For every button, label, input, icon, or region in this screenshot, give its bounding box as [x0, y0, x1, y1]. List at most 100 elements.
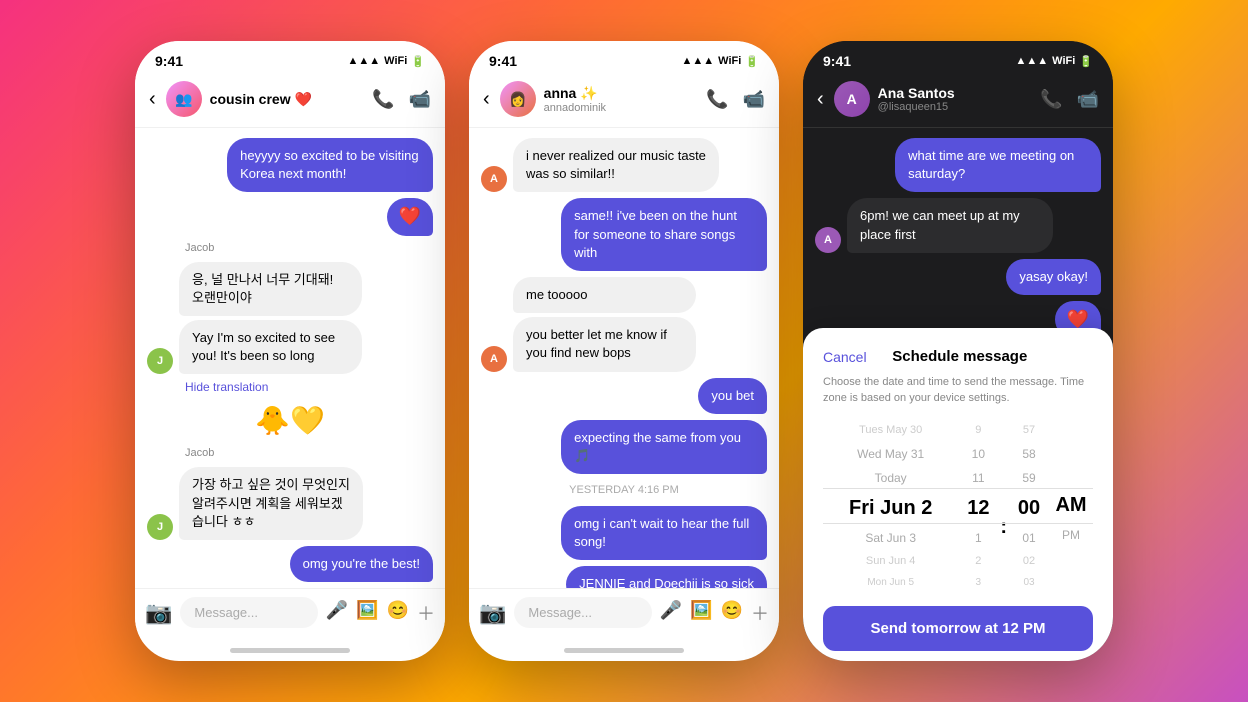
time-2: 9:41: [489, 53, 517, 69]
video-icon-1[interactable]: 📹: [409, 89, 431, 110]
picker-date-row-selected: Fri Jun 2: [823, 491, 958, 525]
picker-date-col[interactable]: Tues May 30 Wed May 31 Today Fri Jun 2 S…: [823, 420, 958, 592]
avatar-img-1: 👥: [166, 81, 202, 117]
msg-1-2: ❤️: [387, 198, 433, 235]
avatar-2: 👩: [500, 81, 536, 117]
msg-label-jacob-1: Jacob: [185, 242, 433, 254]
picker-date-row-4: Sat Jun 3: [823, 527, 958, 549]
status-icons-1: ▲▲▲ WiFi 🔋: [348, 55, 426, 68]
input-bar-1: 📷 Message... 🎤 🖼️ 😊 ＋: [135, 588, 445, 644]
msg-2-5: you bet: [698, 378, 767, 414]
picker-min-row-2: 59: [1009, 467, 1049, 489]
avatar-img-3: A: [834, 81, 870, 117]
message-input-2[interactable]: Message...: [514, 597, 651, 628]
signal-icon-2: ▲▲▲: [682, 55, 715, 67]
schedule-title: Schedule message: [892, 348, 1027, 365]
add-icon-2[interactable]: ＋: [751, 600, 769, 626]
msg-label-jacob-2: Jacob: [185, 447, 433, 459]
send-scheduled-button[interactable]: Send tomorrow at 12 PM: [823, 606, 1093, 651]
ana-avatar: A: [815, 227, 841, 253]
avatar-img-2: 👩: [500, 81, 536, 117]
picker-hour-row-4: 1: [958, 527, 998, 549]
picker-hour-row-0: 9: [958, 420, 998, 441]
picker-min-row-selected: 00: [1009, 491, 1049, 525]
header-name-3[interactable]: Ana Santos: [878, 85, 1032, 101]
msg-group-1: J 응, 널 만나서 너무 기대돼!오랜만이야 Yay I'm so excit…: [147, 262, 433, 375]
msg-1-4: Yay I'm so excited to see you! It's been…: [179, 320, 362, 374]
status-icons-3: ▲▲▲ WiFi 🔋: [1016, 55, 1094, 68]
picker-hour-col[interactable]: 9 10 11 12 1 2 3: [958, 420, 998, 592]
status-bar-2: 9:41 ▲▲▲ WiFi 🔋: [469, 41, 779, 75]
phone-icon-2[interactable]: 📞: [706, 89, 728, 110]
anna-msg-1: A i never realized our music taste was s…: [481, 138, 767, 192]
msg-2-6: expecting the same from you 🎵: [561, 420, 767, 474]
emoji-icon-1[interactable]: 😊: [387, 600, 409, 626]
photo-icon-1[interactable]: 🖼️: [356, 600, 378, 626]
time-picker[interactable]: Tues May 30 Wed May 31 Today Fri Jun 2 S…: [823, 420, 1093, 592]
msg-1-6: omg you're the best!: [290, 546, 433, 582]
schedule-description: Choose the date and time to send the mes…: [823, 375, 1093, 406]
camera-icon-2[interactable]: 📷: [479, 600, 506, 626]
picker-hour-row-6: 3: [958, 573, 998, 592]
header-info-3: Ana Santos @lisaqueen15: [878, 85, 1032, 113]
wifi-icon: WiFi: [384, 55, 407, 67]
msg-2-3: me tooooo: [513, 277, 696, 313]
status-icons-2: ▲▲▲ WiFi 🔋: [682, 55, 760, 68]
header-name-2[interactable]: anna ✨: [544, 85, 698, 102]
picker-ampm-row-2: [1049, 465, 1093, 486]
picker-ampm-col[interactable]: AM PM: [1049, 420, 1093, 592]
header-name-1[interactable]: cousin crew ❤️: [210, 91, 364, 108]
header-actions-3: 📞 📹: [1040, 89, 1099, 110]
status-bar-1: 9:41 ▲▲▲ WiFi 🔋: [135, 41, 445, 75]
add-icon-1[interactable]: ＋: [417, 600, 435, 626]
input-bar-2: 📷 Message... 🎤 🖼️ 😊 ＋: [469, 588, 779, 644]
schedule-overlay: Cancel Schedule message Choose the date …: [803, 328, 1113, 661]
anna-msg-2: A me tooooo you better let me know if yo…: [481, 277, 767, 372]
msg-2-8: JENNIE and Doechii is so sick: [566, 566, 767, 588]
msg-1-1: heyyyy so excited to be visiting Korea n…: [227, 138, 433, 192]
picker-ampm-row-5: [1049, 548, 1093, 569]
picker-ampm-row-0: [1049, 420, 1093, 441]
header-info-2: anna ✨ annadominik: [544, 85, 698, 114]
msg-3-2: 6pm! we can meet up at my place first: [847, 198, 1053, 252]
anna-avatar: A: [481, 166, 507, 192]
phone-icon-3[interactable]: 📞: [1040, 89, 1062, 110]
back-button-3[interactable]: ‹: [817, 88, 824, 111]
picker-colon: :: [998, 462, 1009, 592]
photo-icon-2[interactable]: 🖼️: [690, 600, 712, 626]
video-icon-2[interactable]: 📹: [743, 89, 765, 110]
msg-2-4: you better let me know if you find new b…: [513, 317, 696, 371]
picker-min-col[interactable]: 57 58 59 00 01 02 03: [1009, 420, 1049, 592]
picker-min-row-1: 58: [1009, 443, 1049, 465]
picker-min-row-0: 57: [1009, 420, 1049, 441]
picker-ampm-pm: PM: [1049, 524, 1093, 546]
cancel-button-schedule[interactable]: Cancel: [823, 349, 867, 365]
mic-icon-1[interactable]: 🎤: [326, 600, 348, 626]
picker-ampm-row-1: [1049, 443, 1093, 464]
wifi-icon-3: WiFi: [1052, 55, 1075, 67]
chat-header-2: ‹ 👩 anna ✨ annadominik 📞 📹: [469, 75, 779, 128]
header-sub-3: @lisaqueen15: [878, 101, 1032, 113]
status-bar-3: 9:41 ▲▲▲ WiFi 🔋: [803, 41, 1113, 75]
msg-1-5: 가장 하고 싶은 것이 무엇인지알려주시면 계획을 세워보겠습니다 ㅎㅎ: [179, 467, 363, 540]
msg-3-3: yasay okay!: [1006, 259, 1101, 295]
messages-1: heyyyy so excited to be visiting Korea n…: [135, 128, 445, 588]
back-button-1[interactable]: ‹: [149, 88, 156, 111]
video-icon-3[interactable]: 📹: [1077, 89, 1099, 110]
phone-icon-1[interactable]: 📞: [372, 89, 394, 110]
camera-icon-1[interactable]: 📷: [145, 600, 172, 626]
back-button-2[interactable]: ‹: [483, 88, 490, 111]
emoji-icon-2[interactable]: 😊: [721, 600, 743, 626]
picker-hour-row-5: 2: [958, 551, 998, 572]
jacob-avatar-2: J: [147, 514, 173, 540]
battery-icon-3: 🔋: [1079, 55, 1093, 68]
picker-date-row-6: Mon Jun 5: [823, 573, 958, 592]
message-input-1[interactable]: Message...: [180, 597, 317, 628]
jacob-avatar: J: [147, 348, 173, 374]
schedule-header: Cancel Schedule message: [823, 348, 1093, 365]
header-actions-2: 📞 📹: [706, 89, 765, 110]
mic-icon-2[interactable]: 🎤: [660, 600, 682, 626]
time-1: 9:41: [155, 53, 183, 69]
translation-link[interactable]: Hide translation: [147, 380, 433, 394]
home-indicator-1: [230, 648, 350, 653]
